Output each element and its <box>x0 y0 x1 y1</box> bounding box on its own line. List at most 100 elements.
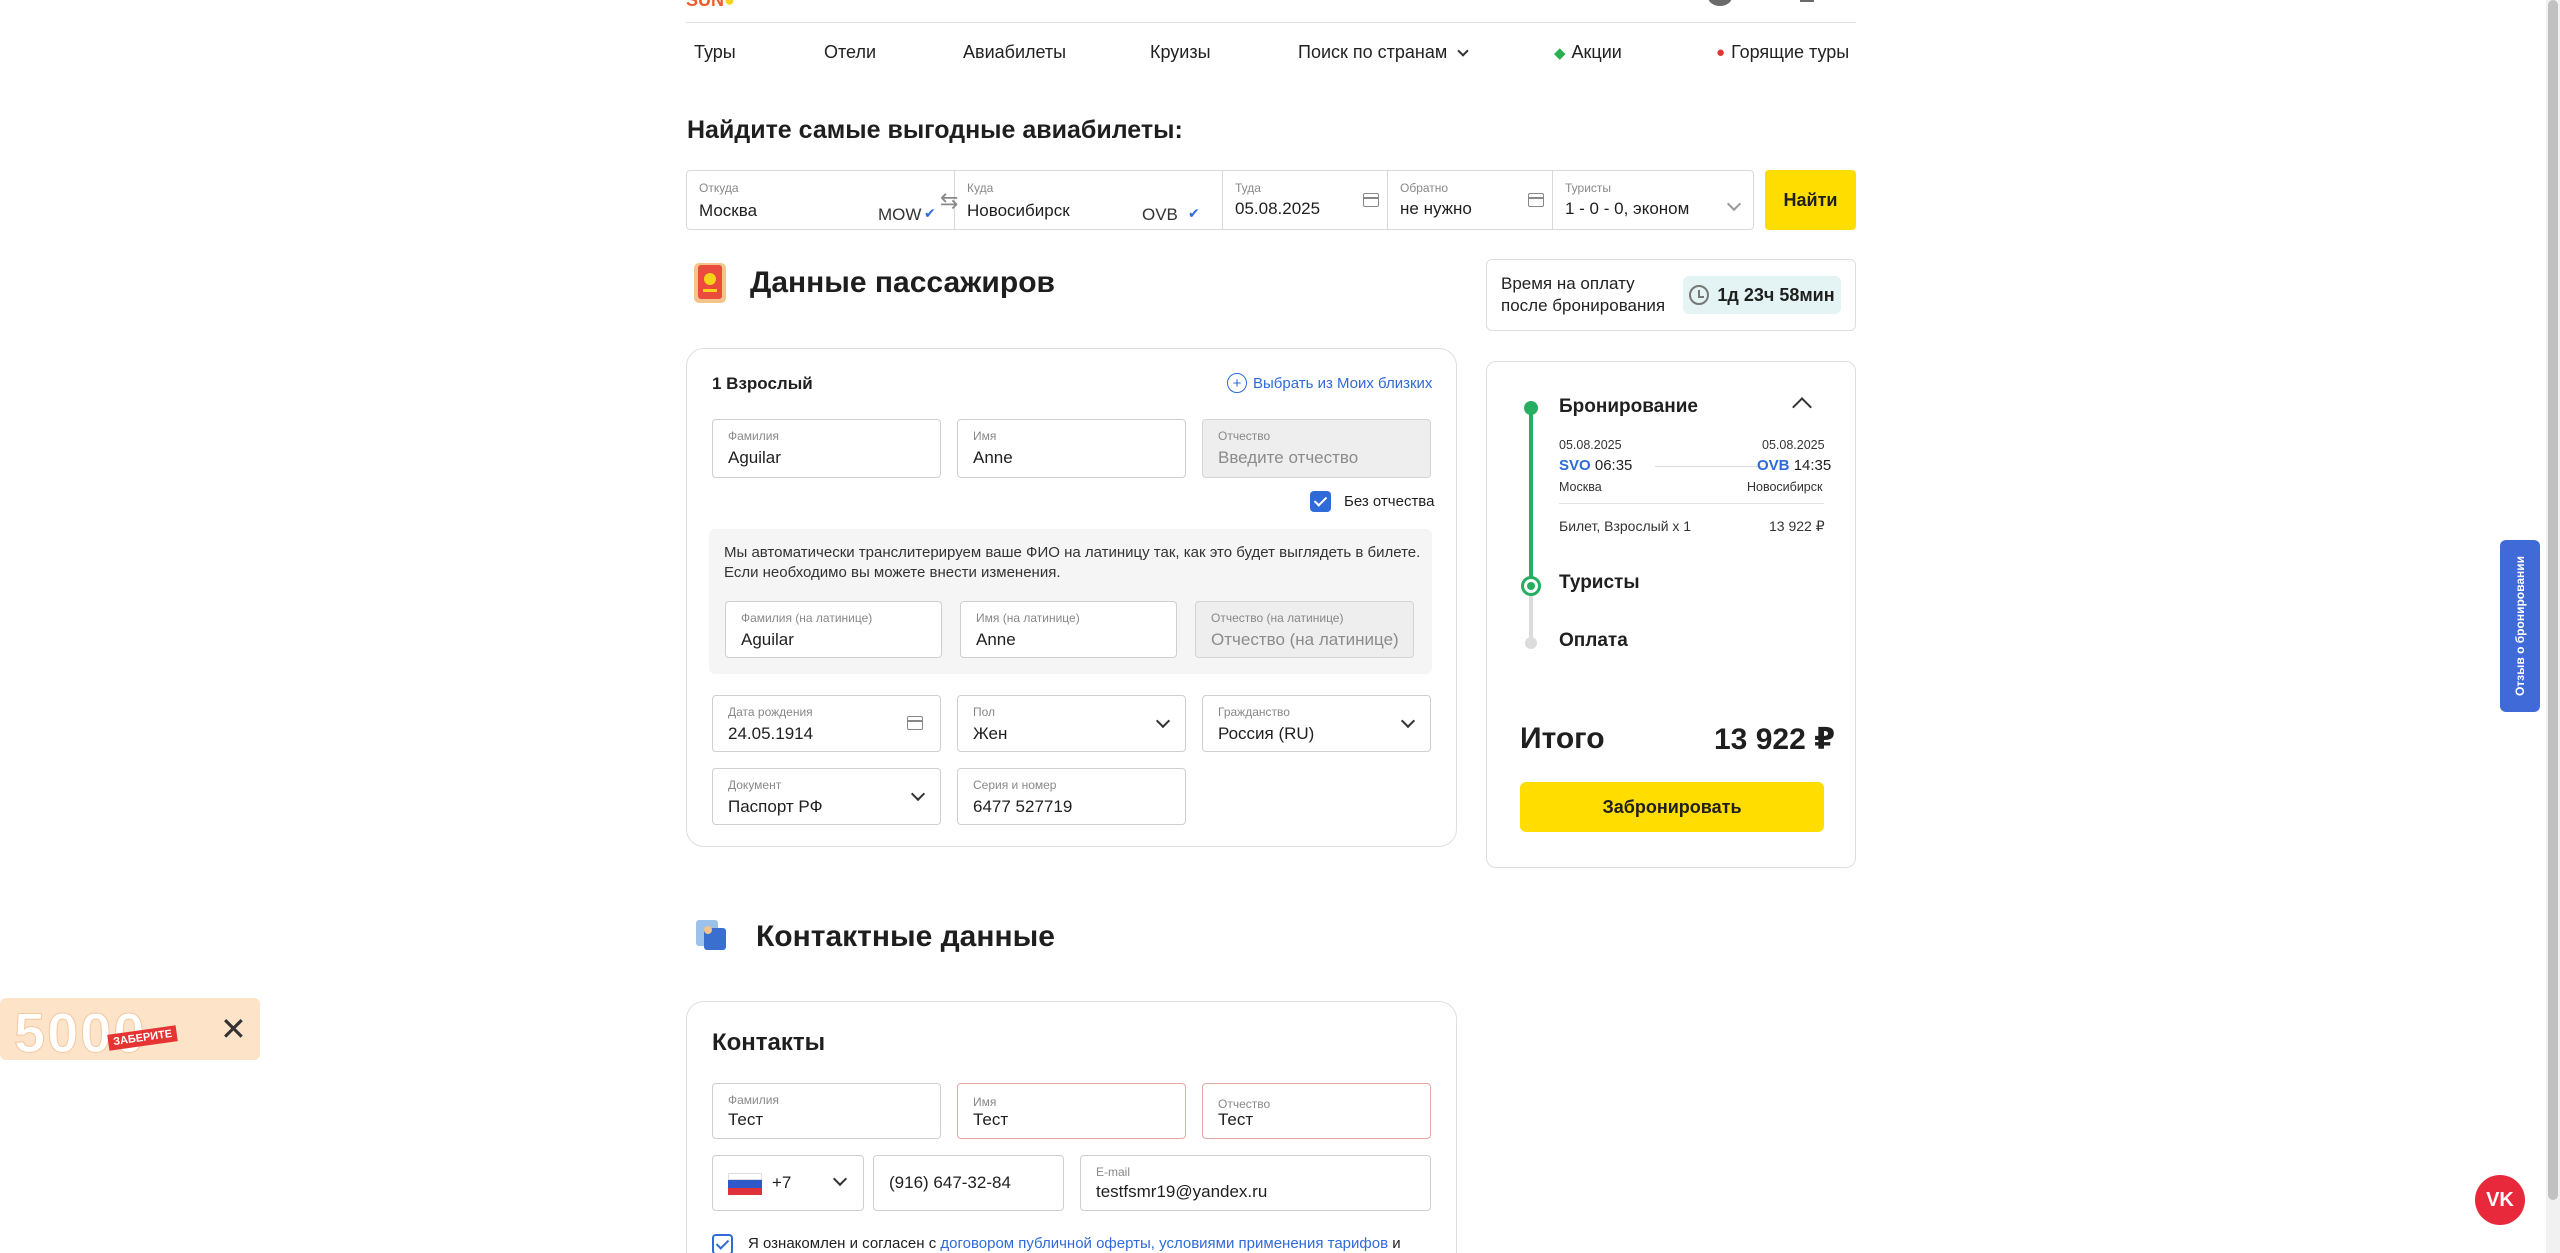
return-date-field[interactable]: Обратно не нужно <box>1388 171 1553 229</box>
surname-latin-label: Фамилия (на латинице) <box>741 611 873 625</box>
citizenship-select[interactable]: Гражданство Россия (RU) <box>1202 695 1431 752</box>
return-value: не нужно <box>1400 199 1472 218</box>
nav-hot-tours[interactable]: ● Горящие туры <box>1716 42 1849 63</box>
chevron-down-icon <box>910 786 926 802</box>
scrollbar-thumb[interactable] <box>2548 0 2558 1200</box>
choose-relatives-label: Выбрать из Моих близких <box>1253 374 1433 392</box>
flame-icon: ● <box>1716 44 1726 61</box>
patronymic-latin-placeholder: Отчество (на латинице) <box>1211 630 1399 649</box>
payment-timer-box: Время на оплату после бронирования 1д 23… <box>1486 259 1856 331</box>
tourists-label: Туристы <box>1565 181 1612 195</box>
depart-label: Туда <box>1235 181 1261 195</box>
contact-surname-value: Тест <box>728 1110 764 1129</box>
agree-checkbox[interactable] <box>712 1234 733 1253</box>
step-tourists: Туристы <box>1559 572 1640 593</box>
nav-cruises[interactable]: Круизы <box>1150 42 1211 63</box>
patronymic-label: Отчество <box>1218 429 1271 443</box>
contact-patronymic-value: Тест <box>1218 1110 1254 1129</box>
russia-flag-icon <box>728 1173 762 1195</box>
logo[interactable]: SUN● <box>686 0 735 11</box>
nav-tours[interactable]: Туры <box>694 42 736 63</box>
check-icon: ✔ <box>924 205 936 221</box>
nav-flights[interactable]: Авиабилеты <box>963 42 1066 63</box>
from-code: MOW <box>878 205 922 224</box>
menu-icon[interactable] <box>1800 0 1814 2</box>
birthdate-value: 24.05.1914 <box>728 724 814 743</box>
passport-icon <box>690 259 730 305</box>
no-patronymic-checkbox[interactable] <box>1310 491 1331 512</box>
vk-icon[interactable]: VK <box>2475 1175 2525 1225</box>
phone-code-select[interactable]: +7 <box>712 1155 864 1211</box>
tag-icon: ◆ <box>1554 44 1566 62</box>
contact-name-field[interactable]: Имя Тест <box>957 1083 1186 1139</box>
timer-pill: 1д 23ч 58мин <box>1683 276 1841 314</box>
passenger-title: 1 Взрослый <box>712 374 813 393</box>
citizenship-value: Россия (RU) <box>1218 724 1315 743</box>
tourists-value: 1 - 0 - 0, эконом <box>1565 199 1690 218</box>
find-button[interactable]: Найти <box>1765 170 1856 230</box>
patronymic-latin-field[interactable]: Отчество (на латинице) Отчество (на лати… <box>1195 601 1414 658</box>
to-field[interactable]: Куда Новосибирск OVB ✔ <box>955 171 1223 229</box>
surname-latin-field[interactable]: Фамилия (на латинице) Aguilar <box>725 601 942 658</box>
dep-info: SVO 06:35 <box>1559 457 1632 474</box>
agree-prefix: Я ознакомлен и согласен с <box>748 1235 941 1252</box>
chevron-down-icon <box>1457 44 1469 57</box>
name-value: Anne <box>973 448 1013 467</box>
patronymic-field[interactable]: Отчество Введите отчество <box>1202 419 1431 478</box>
doc-number-field[interactable]: Серия и номер 6477 527719 <box>957 768 1186 825</box>
nav-countries[interactable]: Поиск по странам <box>1298 42 1469 63</box>
phone-field[interactable]: (916) 647-32-84 <box>873 1155 1064 1211</box>
surname-label: Фамилия <box>728 429 779 443</box>
chevron-down-icon <box>1400 713 1416 729</box>
contacts-card: Контакты Фамилия Тест Имя Тест Отчество … <box>686 1001 1457 1253</box>
phone-code-value: +7 <box>772 1173 792 1192</box>
dep-time: 06:35 <box>1594 457 1633 474</box>
birthdate-field[interactable]: Дата рождения 24.05.1914 <box>712 695 941 752</box>
close-icon[interactable]: ✕ <box>220 1010 247 1048</box>
offer-link[interactable]: договором публичной оферты, условиями пр… <box>940 1235 1388 1252</box>
choose-relatives-link[interactable]: + Выбрать из Моих близких <box>1227 373 1432 393</box>
contact-patronymic-field[interactable]: Отчество Тест <box>1202 1083 1431 1139</box>
depart-value: 05.08.2025 <box>1235 199 1321 218</box>
from-field[interactable]: Откуда Москва MOW ✔ <box>687 171 955 229</box>
nav-hotels[interactable]: Отели <box>824 42 876 63</box>
email-field[interactable]: E-mail testfsmr19@yandex.ru <box>1080 1155 1431 1211</box>
plus-circle-icon: + <box>1227 373 1247 393</box>
arr-date: 05.08.2025 <box>1762 438 1825 452</box>
book-button[interactable]: Забронировать <box>1520 782 1824 832</box>
step-dot-done <box>1524 401 1538 415</box>
order-summary: Бронирование 05.08.2025 05.08.2025 SVO 0… <box>1486 361 1856 868</box>
name-latin-field[interactable]: Имя (на латинице) Anne <box>960 601 1177 658</box>
contact-name-label: Имя <box>973 1095 997 1109</box>
document-select[interactable]: Документ Паспорт РФ <box>712 768 941 825</box>
tourists-field[interactable]: Туристы 1 - 0 - 0, эконом <box>1553 171 1753 229</box>
swap-icon[interactable]: ⇆ <box>940 188 958 214</box>
header-divider <box>686 22 1856 23</box>
feedback-tab[interactable]: Отзыв о бронировании <box>2500 540 2540 712</box>
nav-promotions[interactable]: ◆ Акции <box>1554 42 1622 63</box>
doc-number-label: Серия и номер <box>973 778 1057 792</box>
feedback-label: Отзыв о бронировании <box>2513 555 2527 697</box>
dep-date: 05.08.2025 <box>1559 438 1622 452</box>
surname-field[interactable]: Фамилия Aguilar <box>712 419 941 478</box>
name-field[interactable]: Имя Anne <box>957 419 1186 478</box>
contacts-icon <box>690 912 730 958</box>
contacts-title: Контактные данные <box>756 920 1055 953</box>
gender-select[interactable]: Пол Жен <box>957 695 1186 752</box>
ticket-label: Билет, Взрослый x 1 <box>1559 518 1692 534</box>
contact-surname-field[interactable]: Фамилия Тест <box>712 1083 941 1139</box>
phone-value: (916) 647-32-84 <box>889 1173 1011 1192</box>
step-payment: Оплата <box>1559 630 1628 651</box>
chevron-down-icon <box>1726 196 1742 212</box>
passengers-title: Данные пассажиров <box>750 266 1055 299</box>
to-label: Куда <box>967 181 994 195</box>
depart-date-field[interactable]: Туда 05.08.2025 <box>1223 171 1388 229</box>
clock-icon <box>1689 285 1710 305</box>
promo-banner[interactable]: 5000 ЗАБЕРИТЕ ✕ <box>0 998 260 1065</box>
user-avatar-icon[interactable] <box>1708 0 1732 6</box>
name-latin-label: Имя (на латинице) <box>976 611 1080 625</box>
main-nav: Туры Отели Авиабилеты Круизы Поиск по ст… <box>686 42 1856 70</box>
flight-search-bar: Откуда Москва MOW ✔ Куда Новосибирск OVB… <box>686 170 1754 230</box>
from-label: Откуда <box>699 181 739 195</box>
chevron-up-icon[interactable] <box>1792 397 1812 417</box>
